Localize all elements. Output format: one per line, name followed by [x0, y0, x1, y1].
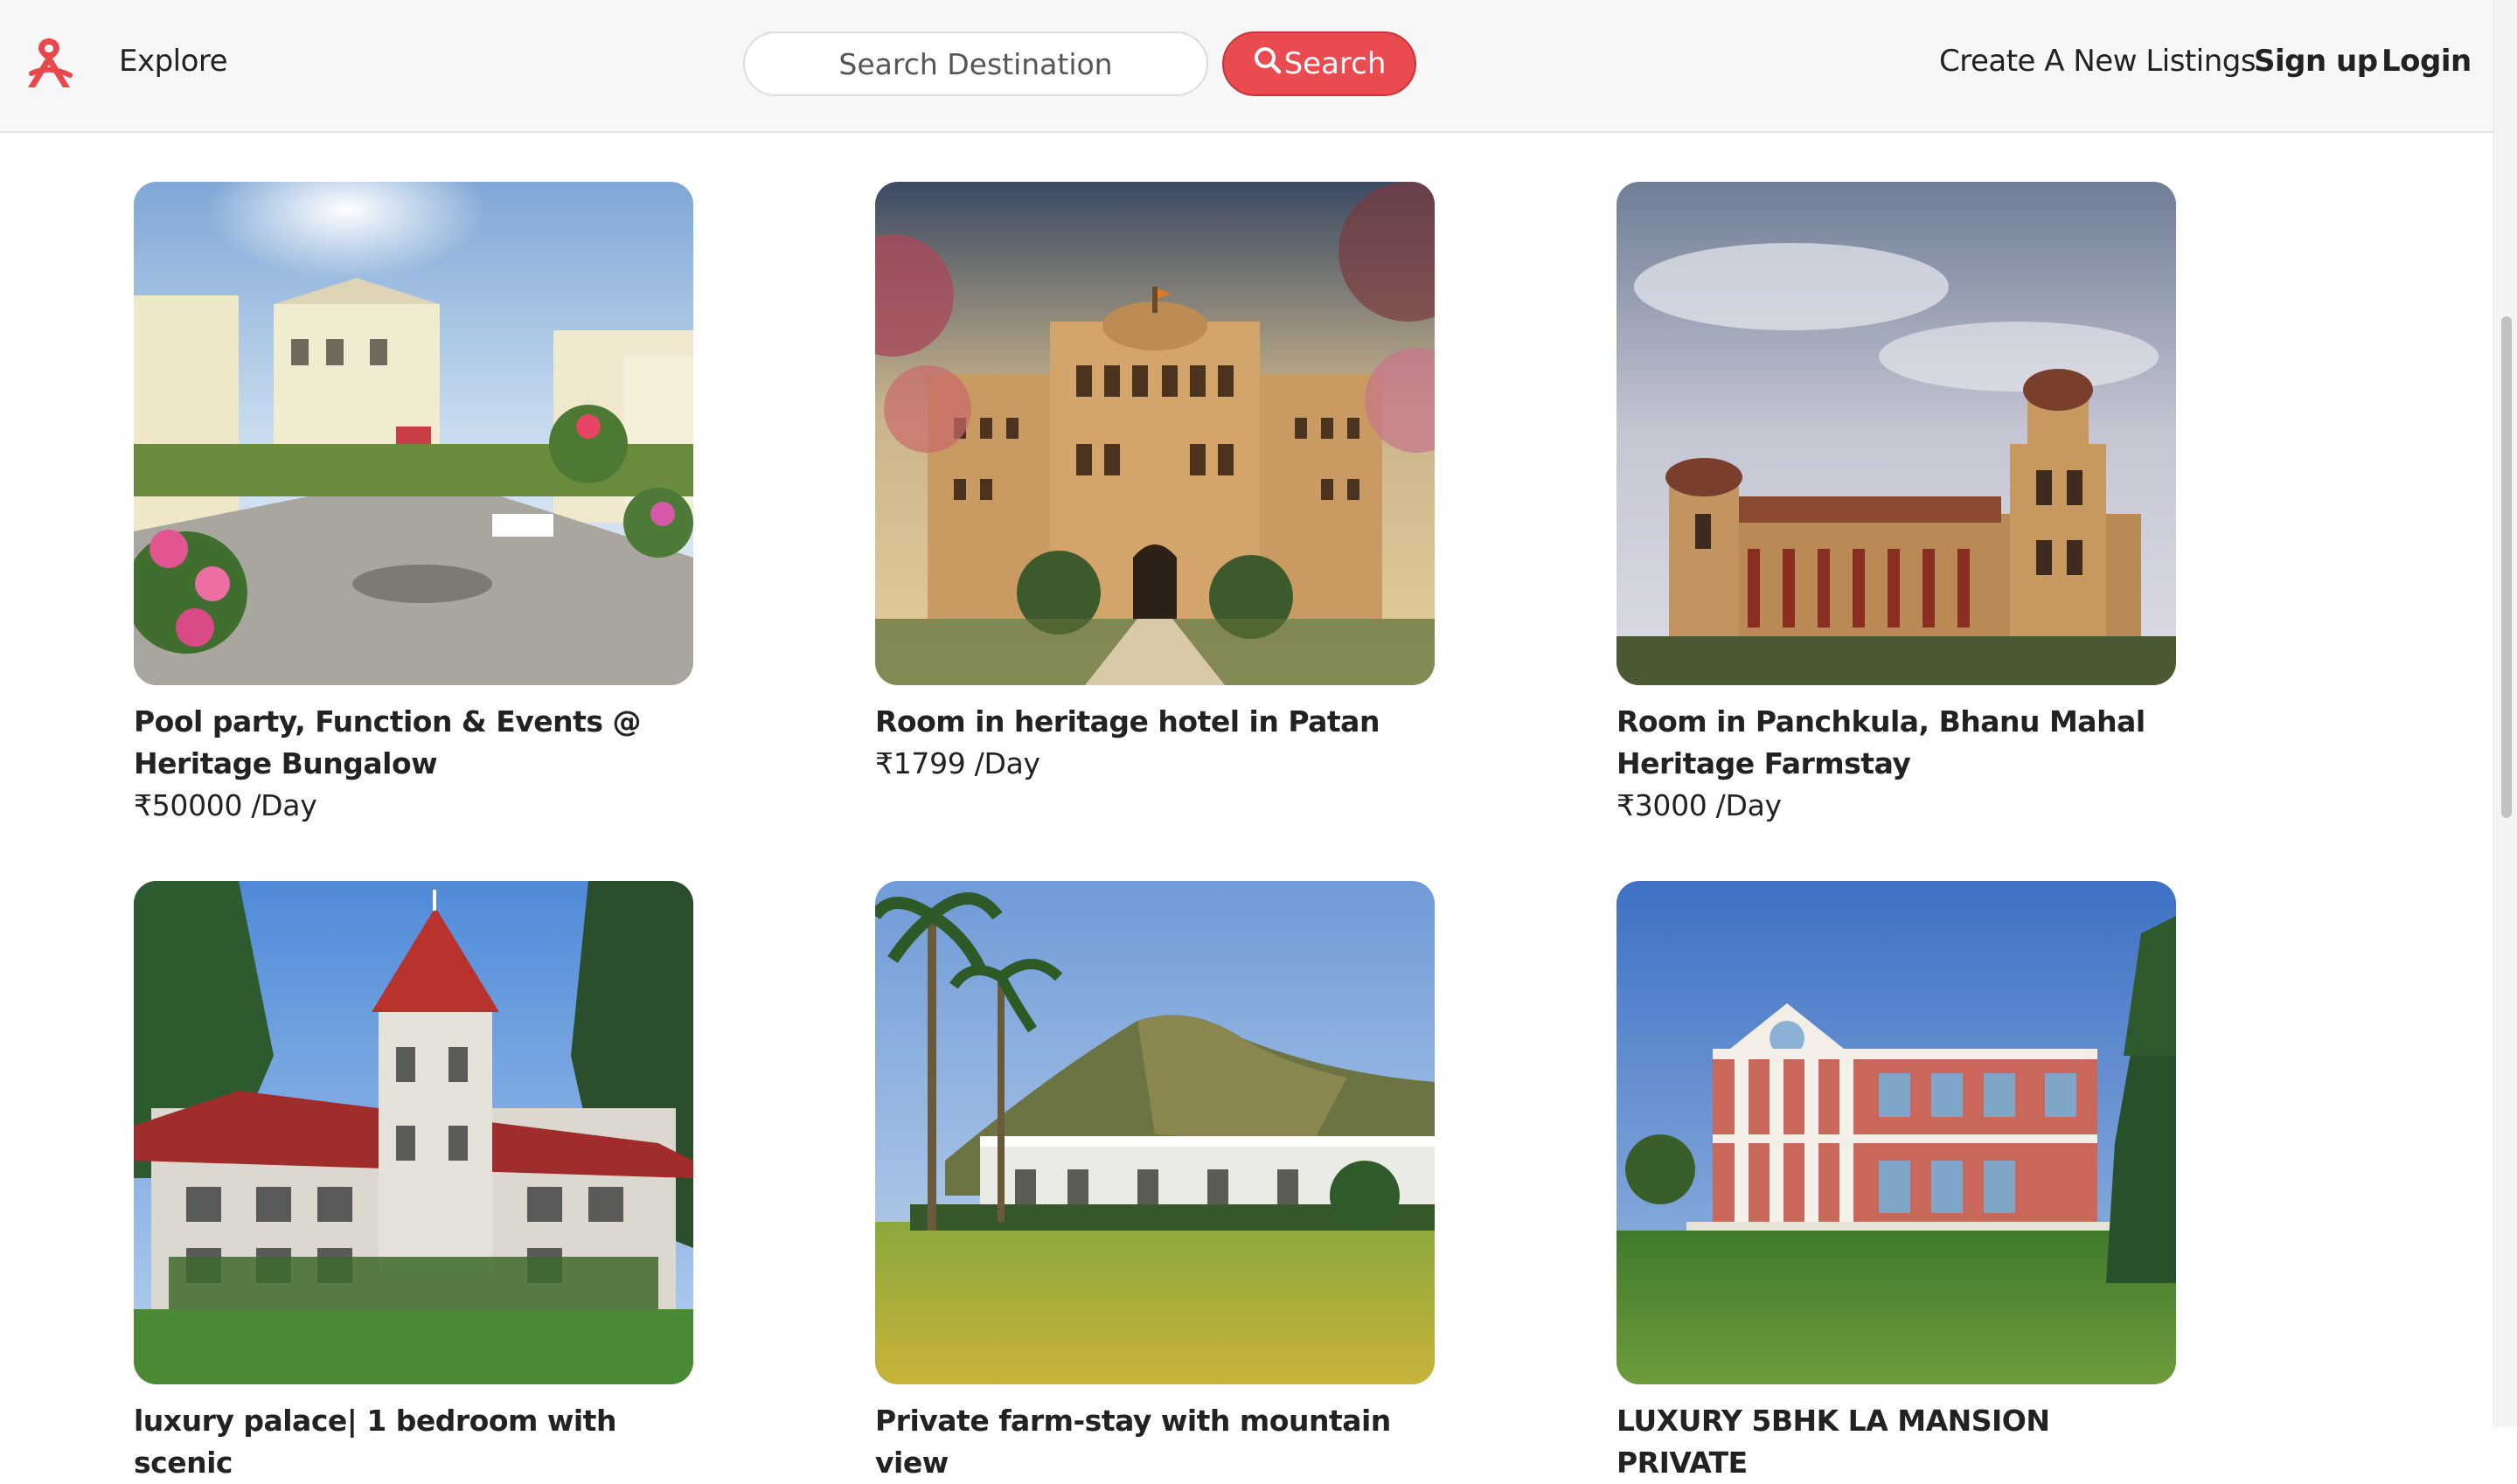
brand-logo-icon[interactable] [19, 33, 79, 93]
listing-title: Pool party, Function & Events @ Heritage… [134, 704, 642, 780]
listing-image[interactable] [134, 182, 693, 685]
listing-price: ₹1799 /Day [875, 746, 1040, 780]
scrollbar-thumb[interactable] [2501, 316, 2512, 818]
listing-card[interactable]: luxury palace| 1 bedroom with scenic [134, 881, 693, 1484]
login-link[interactable]: Login [2381, 44, 2472, 79]
search-destination-input[interactable] [743, 31, 1208, 96]
listing-title: Private farm-stay with mountain view [875, 1404, 1391, 1480]
page-scrollbar[interactable] [2493, 0, 2517, 1427]
listing-card[interactable]: Pool party, Function & Events @ Heritage… [134, 182, 693, 827]
listing-title: Room in heritage hotel in Patan [875, 704, 1380, 739]
listing-image[interactable] [875, 182, 1435, 685]
listing-title: luxury palace| 1 bedroom with scenic [134, 1404, 616, 1480]
listing-image[interactable] [875, 881, 1435, 1384]
listing-price: ₹50000 /Day [134, 788, 317, 822]
listing-image[interactable] [1617, 182, 2176, 685]
listing-image[interactable] [134, 881, 693, 1384]
listing-price: ₹3000 /Day [1617, 788, 1782, 822]
listing-card[interactable]: LUXURY 5BHK LA MANSION PRIVATE [1617, 881, 2176, 1484]
listing-image[interactable] [1617, 881, 2176, 1384]
listing-card[interactable]: Room in Panchkula, Bhanu Mahal Heritage … [1617, 182, 2176, 827]
create-listing-link[interactable]: Create A New Listings [1939, 44, 2256, 79]
top-navbar: Explore Search Create A New Listings Sig… [0, 0, 2493, 133]
search-button-label: Search [1283, 46, 1387, 81]
listing-title: LUXURY 5BHK LA MANSION PRIVATE [1617, 1404, 2050, 1480]
signup-link[interactable]: Sign up [2254, 44, 2378, 79]
search-button[interactable]: Search [1222, 31, 1416, 96]
listing-title: Room in Panchkula, Bhanu Mahal Heritage … [1617, 704, 2145, 780]
search-icon [1253, 45, 1283, 83]
listing-card[interactable]: Room in heritage hotel in Patan ₹1799 /D… [875, 182, 1435, 785]
listing-card[interactable]: Private farm-stay with mountain view [875, 881, 1435, 1484]
explore-link[interactable]: Explore [119, 44, 228, 79]
